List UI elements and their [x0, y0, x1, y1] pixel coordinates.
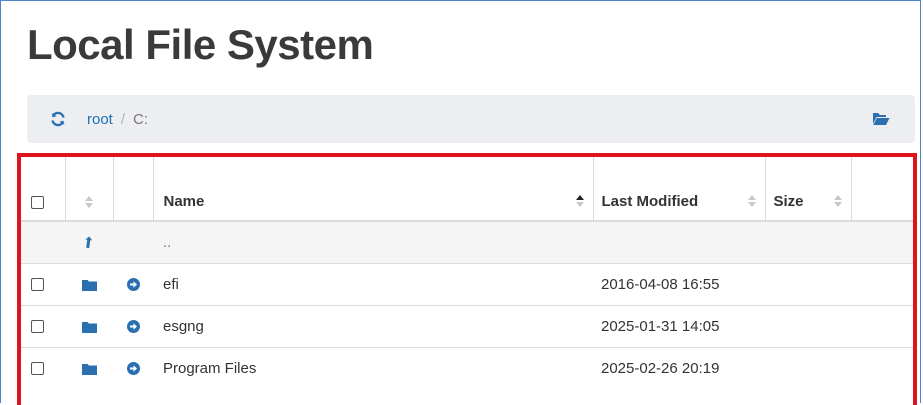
file-size: [765, 304, 851, 347]
row-checkbox[interactable]: [31, 362, 44, 376]
refresh-icon[interactable]: [50, 111, 66, 127]
file-last-modified: 2016-04-08 16:55: [593, 262, 765, 305]
file-name[interactable]: esgng: [153, 304, 593, 347]
select-all-checkbox[interactable]: [31, 195, 44, 209]
arrow-circle-right-icon[interactable]: [126, 278, 140, 292]
breadcrumb-separator: /: [120, 110, 126, 128]
file-table: Name Last Modified Size .. efi 2016-04-0…: [21, 157, 913, 389]
breadcrumb-root-link[interactable]: root: [87, 111, 113, 128]
folder-icon: [81, 279, 97, 291]
column-header-last-modified[interactable]: Last Modified: [592, 157, 765, 222]
table-row[interactable]: Program Files 2025-02-26 20:19: [21, 346, 913, 389]
column-header-name[interactable]: Name: [152, 157, 593, 222]
file-name[interactable]: efi: [153, 262, 593, 305]
folder-icon: [81, 321, 97, 333]
file-last-modified: 2025-02-26 20:19: [593, 346, 765, 389]
sort-ascending-icon: [575, 195, 584, 207]
file-size: [765, 262, 851, 305]
sort-both-icon: [747, 195, 756, 207]
parent-directory-row[interactable]: ..: [21, 220, 913, 263]
type-sort-header[interactable]: [64, 157, 113, 222]
folder-open-icon[interactable]: [872, 111, 890, 127]
level-up-icon[interactable]: [84, 236, 94, 249]
row-checkbox[interactable]: [31, 278, 44, 292]
sort-both-icon: [85, 196, 93, 209]
column-header-size-label: Size: [773, 193, 804, 210]
column-header-size[interactable]: Size: [764, 157, 851, 222]
select-all-cell: [21, 157, 65, 222]
file-table-container: Name Last Modified Size .. efi 2016-04-0…: [17, 153, 917, 405]
parent-directory-label[interactable]: ..: [153, 220, 593, 263]
row-checkbox[interactable]: [31, 320, 44, 334]
table-row[interactable]: efi 2016-04-08 16:55: [21, 262, 913, 305]
nav-header: [112, 157, 153, 222]
folder-icon: [81, 363, 97, 375]
arrow-circle-right-icon[interactable]: [126, 320, 140, 334]
page-title: Local File System: [27, 21, 374, 68]
table-header-row: Name Last Modified Size: [21, 157, 913, 222]
sort-both-icon: [833, 195, 842, 207]
arrow-circle-right-icon[interactable]: [126, 362, 140, 376]
column-header-last-modified-label: Last Modified: [601, 193, 699, 210]
table-row[interactable]: esgng 2025-01-31 14:05: [21, 304, 913, 347]
breadcrumb-current: C:: [133, 110, 149, 128]
breadcrumb: root / C:: [27, 95, 915, 143]
column-header-name-label: Name: [163, 193, 205, 210]
file-name[interactable]: Program Files: [153, 346, 593, 389]
file-size: [765, 346, 851, 389]
column-header-extra: [850, 157, 913, 222]
file-last-modified: 2025-01-31 14:05: [593, 304, 765, 347]
